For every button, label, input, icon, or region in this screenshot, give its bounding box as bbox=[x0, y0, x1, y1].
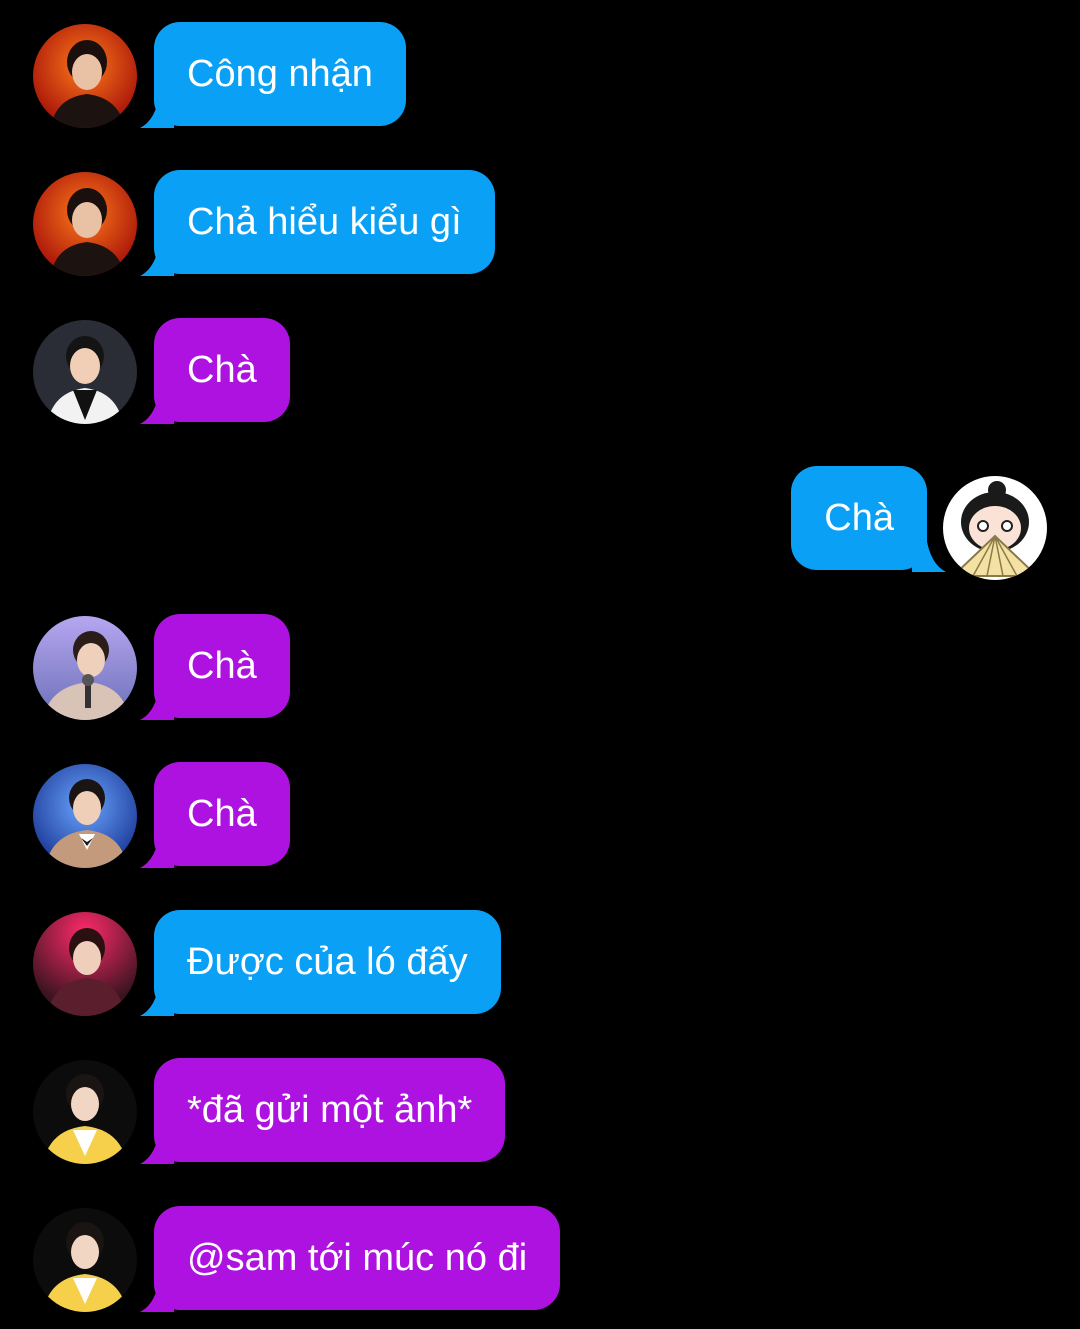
message-row: @sam tới múc nó đi bbox=[0, 1206, 1080, 1316]
message-bubble[interactable]: *đã gửi một ảnh* bbox=[154, 1058, 506, 1162]
red-stage-avatar[interactable] bbox=[33, 24, 137, 128]
yellow-jacket-avatar[interactable] bbox=[33, 1208, 137, 1312]
message-bubble[interactable]: Chà bbox=[791, 466, 927, 570]
message-bubble[interactable]: Chả hiểu kiểu gì bbox=[154, 170, 495, 274]
message-row: Chà bbox=[0, 318, 1080, 428]
pink-stage-avatar[interactable] bbox=[33, 912, 137, 1016]
message-bubble[interactable]: Chà bbox=[154, 318, 290, 422]
message-bubble[interactable]: Được của ló đấy bbox=[154, 910, 501, 1014]
message-row: Chà bbox=[0, 466, 1080, 580]
message-bubble[interactable]: Chà bbox=[154, 614, 290, 718]
message-bubble[interactable]: Chà bbox=[154, 762, 290, 866]
dark-suit-avatar[interactable] bbox=[33, 320, 137, 424]
message-row: Chà bbox=[0, 762, 1080, 872]
message-bubble[interactable]: @sam tới múc nó đi bbox=[154, 1206, 561, 1310]
yellow-jacket-avatar[interactable] bbox=[33, 1060, 137, 1164]
message-row: Công nhận bbox=[0, 22, 1080, 132]
microphone-avatar[interactable] bbox=[33, 616, 137, 720]
message-row: Chà bbox=[0, 614, 1080, 724]
red-stage-avatar[interactable] bbox=[33, 172, 137, 276]
message-row: Được của ló đấy bbox=[0, 910, 1080, 1020]
cartoon-fan-avatar[interactable] bbox=[943, 476, 1047, 580]
message-row: *đã gửi một ảnh* bbox=[0, 1058, 1080, 1168]
bubble-tail-icon bbox=[912, 536, 946, 572]
blue-stage-avatar[interactable] bbox=[33, 764, 137, 868]
message-bubble[interactable]: Công nhận bbox=[154, 22, 406, 126]
message-row: Chả hiểu kiểu gì bbox=[0, 170, 1080, 280]
